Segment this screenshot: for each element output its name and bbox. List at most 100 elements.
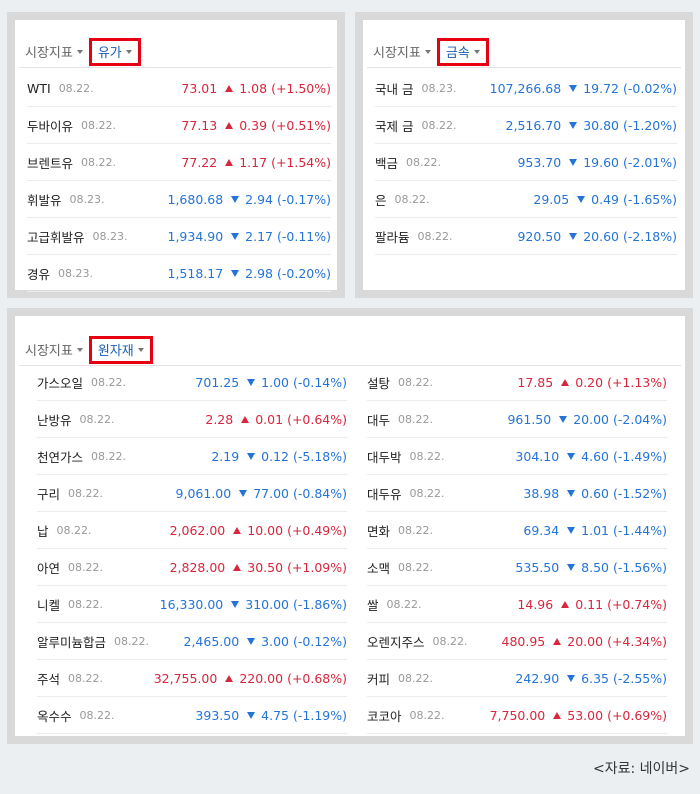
chevron-down-icon	[76, 347, 83, 352]
item-date: 08.22.	[56, 523, 92, 537]
item-percent: (-0.84%)	[293, 485, 347, 501]
triangle-up-icon	[225, 674, 234, 682]
item-date: 08.22.	[81, 155, 117, 169]
list-item[interactable]: 고급휘발유 08.23. 1,934.90 2.17 (-0.11%)	[27, 218, 331, 255]
item-values: 2.19 0.12 (-5.18%)	[211, 449, 347, 464]
item-change: 0.39	[239, 117, 268, 133]
metal-tabs: 시장지표 금속	[367, 36, 681, 68]
list-item[interactable]: 주석 08.22. 32,755.00 220.00 (+0.68%)	[37, 660, 347, 697]
triangle-down-icon	[231, 600, 240, 608]
list-item[interactable]: 옥수수 08.22. 393.50 4.75 (-1.19%)	[37, 697, 347, 734]
item-value: 701.25	[195, 374, 240, 390]
item-name: 두바이유	[27, 118, 74, 134]
triangle-up-icon	[553, 637, 562, 645]
list-item[interactable]: 대두박 08.22. 304.10 4.60 (-1.49%)	[367, 438, 667, 475]
triangle-down-icon	[247, 711, 256, 719]
item-change: 30.80	[583, 117, 620, 133]
item-values: 1,680.68 2.94 (-0.17%)	[168, 192, 332, 207]
tab-raw-material[interactable]: 원자재	[88, 335, 153, 364]
list-item[interactable]: 커피 08.22. 242.90 6.35 (-2.55%)	[367, 660, 667, 697]
triangle-up-icon	[561, 600, 570, 608]
list-item[interactable]: 코코아 08.22. 7,750.00 53.00 (+0.69%)	[367, 697, 667, 734]
item-date: 08.22.	[409, 708, 445, 722]
item-name: 백금	[375, 155, 399, 171]
list-item[interactable]: 국제 금 08.22. 2,516.70 30.80 (-1.20%)	[375, 107, 677, 144]
list-item[interactable]: 면화 08.22. 69.34 1.01 (-1.44%)	[367, 512, 667, 549]
raw-material-card: 시장지표 원자재 가스오일 08.22. 701.25 1.00 (-0.14%) 난방유…	[15, 316, 685, 736]
list-item[interactable]: 대두유 08.22. 38.98 0.60 (-1.52%)	[367, 475, 667, 512]
list-item[interactable]: 대두 08.22. 961.50 20.00 (-2.04%)	[367, 401, 667, 438]
item-values: 16,330.00 310.00 (-1.86%)	[160, 597, 347, 612]
tab-oil-price[interactable]: 유가	[88, 37, 141, 66]
item-value: 32,755.00	[153, 670, 218, 686]
item-values: 953.70 19.60 (-2.01%)	[517, 155, 677, 170]
tab-market-indicators[interactable]: 시장지표	[19, 337, 89, 363]
item-date: 08.22.	[79, 412, 115, 426]
source-caption: <자료: 네이버>	[592, 761, 690, 777]
item-change: 0.01	[255, 411, 284, 427]
item-change: 53.00	[567, 707, 604, 723]
item-name: 대두박	[367, 449, 402, 465]
item-date: 08.22.	[68, 560, 104, 574]
item-values: 14.96 0.11 (+0.74%)	[517, 597, 667, 612]
triangle-down-icon	[567, 489, 576, 497]
item-change: 2.94	[245, 191, 274, 207]
item-date: 08.23.	[421, 81, 457, 95]
item-name: 난방유	[37, 412, 72, 428]
list-item[interactable]: 납 08.22. 2,062.00 10.00 (+0.49%)	[37, 512, 347, 549]
list-item[interactable]: 국내 금 08.23. 107,266.68 19.72 (-0.02%)	[375, 70, 677, 107]
item-name: 쌀	[367, 597, 379, 613]
list-item[interactable]: 아연 08.22. 2,828.00 30.50 (+1.09%)	[37, 549, 347, 586]
item-date: 08.22.	[398, 412, 434, 426]
item-change: 0.12	[261, 448, 290, 464]
list-item[interactable]: 은 08.22. 29.05 0.49 (-1.65%)	[375, 181, 677, 218]
item-percent: (+0.51%)	[271, 117, 331, 133]
item-name: 커피	[367, 671, 391, 687]
item-percent: (-5.18%)	[293, 448, 347, 464]
item-name: 알루미늄합금	[37, 634, 107, 650]
list-item[interactable]: 브렌트유 08.22. 77.22 1.17 (+1.54%)	[27, 144, 331, 181]
list-item[interactable]: WTI 08.22. 73.01 1.08 (+1.50%)	[27, 70, 331, 107]
item-date: 08.22.	[398, 523, 434, 537]
item-values: 7,750.00 53.00 (+0.69%)	[490, 708, 667, 723]
item-value: 920.50	[517, 228, 562, 244]
tab-market-indicators[interactable]: 시장지표	[19, 39, 89, 65]
list-item[interactable]: 난방유 08.22. 2.28 0.01 (+0.64%)	[37, 401, 347, 438]
item-name: 구리	[37, 486, 61, 502]
list-item[interactable]: 니켈 08.22. 16,330.00 310.00 (-1.86%)	[37, 586, 347, 623]
list-item[interactable]: 두바이유 08.22. 77.13 0.39 (+0.51%)	[27, 107, 331, 144]
tab-market-indicators[interactable]: 시장지표	[367, 39, 437, 65]
list-item[interactable]: 설탕 08.22. 17.85 0.20 (+1.13%)	[367, 364, 667, 401]
list-item[interactable]: 구리 08.22. 9,061.00 77.00 (-0.84%)	[37, 475, 347, 512]
item-change: 1.17	[239, 154, 268, 170]
list-item[interactable]: 알루미늄합금 08.22. 2,465.00 3.00 (-0.12%)	[37, 623, 347, 660]
list-item[interactable]: 경유 08.23. 1,518.17 2.98 (-0.20%)	[27, 255, 331, 292]
list-item[interactable]: 천연가스 08.22. 2.19 0.12 (-5.18%)	[37, 438, 347, 475]
triangle-up-icon	[225, 121, 234, 129]
item-values: 77.13 0.39 (+0.51%)	[181, 118, 331, 133]
item-value: 393.50	[195, 707, 240, 723]
item-change: 310.00	[245, 596, 290, 612]
item-name: 국제 금	[375, 118, 414, 134]
list-item[interactable]: 팔라듐 08.22. 920.50 20.60 (-2.18%)	[375, 218, 677, 255]
list-item[interactable]: 소맥 08.22. 535.50 8.50 (-1.56%)	[367, 549, 667, 586]
triangle-down-icon	[569, 232, 578, 240]
item-name: 대두유	[367, 486, 402, 502]
triangle-up-icon	[225, 158, 234, 166]
item-values: 2.28 0.01 (+0.64%)	[205, 412, 347, 427]
list-item[interactable]: 오렌지주스 08.22. 480.95 20.00 (+4.34%)	[367, 623, 667, 660]
item-values: 32,755.00 220.00 (+0.68%)	[154, 671, 347, 686]
item-percent: (-1.20%)	[623, 117, 677, 133]
raw-material-tabs: 시장지표 원자재	[19, 334, 681, 366]
item-value: 2,828.00	[169, 559, 226, 575]
item-name: 코코아	[367, 708, 402, 724]
list-item[interactable]: 휘발유 08.23. 1,680.68 2.94 (-0.17%)	[27, 181, 331, 218]
item-value: 1,518.17	[167, 265, 224, 281]
chevron-down-icon	[137, 347, 144, 352]
tab-metal[interactable]: 금속	[436, 37, 489, 66]
list-item[interactable]: 쌀 08.22. 14.96 0.11 (+0.74%)	[367, 586, 667, 623]
list-item[interactable]: 백금 08.22. 953.70 19.60 (-2.01%)	[375, 144, 677, 181]
item-name: 휘발유	[27, 192, 62, 208]
item-date: 08.22.	[68, 597, 104, 611]
list-item[interactable]: 가스오일 08.22. 701.25 1.00 (-0.14%)	[37, 364, 347, 401]
